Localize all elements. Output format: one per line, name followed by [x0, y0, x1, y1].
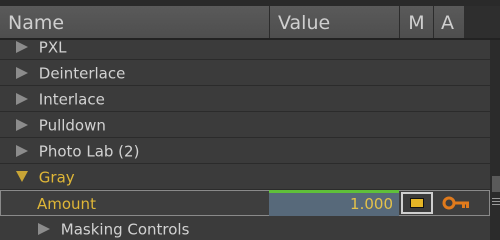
checkbox-fill: [410, 198, 424, 208]
tree-row-gray[interactable]: Gray: [0, 164, 490, 190]
collapse-triangle-icon[interactable]: [16, 171, 28, 182]
tree-row-interlace[interactable]: Interlace: [0, 86, 490, 112]
vertical-scrollbar[interactable]: [490, 40, 500, 240]
column-m-header[interactable]: M: [400, 6, 434, 38]
parameter-label: Amount: [37, 195, 96, 213]
expand-triangle-icon[interactable]: [16, 66, 28, 79]
tree-row-pxl[interactable]: PXL: [0, 40, 490, 60]
expand-triangle-icon[interactable]: [16, 40, 28, 53]
tree-row-photo-lab[interactable]: Photo Lab (2): [0, 138, 490, 164]
tree-row-label: Photo Lab (2): [38, 142, 140, 161]
column-a-header[interactable]: A: [434, 6, 464, 38]
tree-row-label: Pulldown: [38, 116, 106, 135]
header-spacer: [464, 6, 500, 38]
parameter-row-amount[interactable]: Amount 1.000: [0, 190, 490, 216]
tree-row-deinterlace[interactable]: Deinterlace: [0, 60, 490, 86]
column-value-header[interactable]: Value: [270, 6, 400, 38]
tree-row-label: Interlace: [38, 90, 105, 109]
parameter-panel: Name Value M A PXL Deinterlace Interlace…: [0, 0, 500, 240]
scrollbar-thumb[interactable]: [492, 176, 500, 192]
keyframe-key-icon[interactable]: [441, 192, 473, 214]
scrollbar-grip: [492, 201, 500, 202]
tree-row-pulldown[interactable]: Pulldown: [0, 112, 490, 138]
column-header: Name Value M A: [0, 0, 500, 40]
tree-row-label: PXL: [38, 40, 67, 57]
amount-value-field[interactable]: 1.000: [269, 190, 399, 216]
tree-row-label: Masking Controls: [60, 220, 190, 239]
expand-triangle-icon[interactable]: [16, 144, 28, 157]
scrollbar-grip: [492, 204, 500, 205]
scrollbar-grip: [492, 198, 500, 199]
tree-row-label: Gray: [38, 168, 75, 187]
expand-triangle-icon[interactable]: [38, 222, 50, 235]
expand-triangle-icon[interactable]: [16, 118, 28, 131]
column-name-header[interactable]: Name: [0, 6, 270, 38]
expand-triangle-icon[interactable]: [16, 92, 28, 105]
tree-row-masking-controls[interactable]: Masking Controls: [0, 216, 490, 240]
parameter-tree: PXL Deinterlace Interlace Pulldown Photo…: [0, 40, 490, 240]
checkbox-icon[interactable]: [401, 192, 433, 214]
tree-row-label: Deinterlace: [38, 64, 126, 83]
